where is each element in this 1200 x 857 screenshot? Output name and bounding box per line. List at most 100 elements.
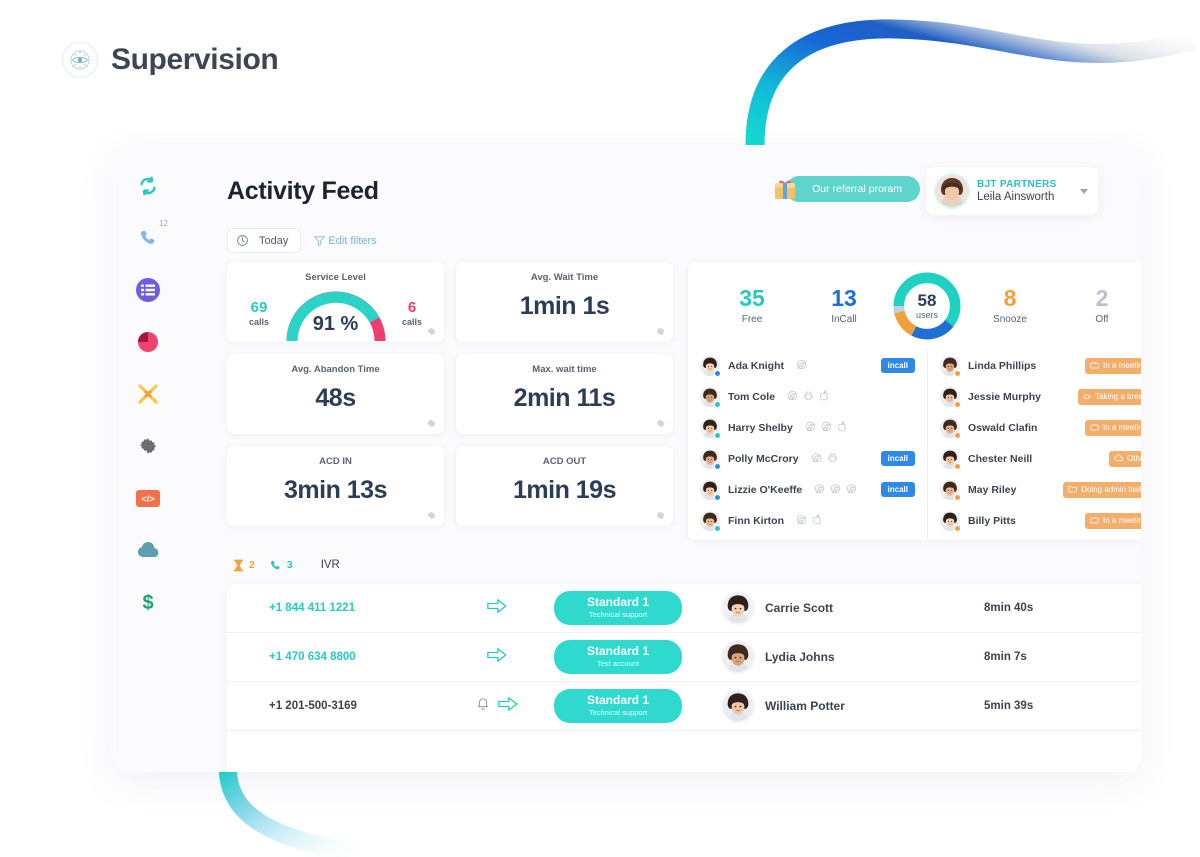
agent-name: Carrie Scott [765,601,834,615]
avatar [700,417,721,439]
tab-active-calls[interactable]: 3 [269,559,293,572]
gear-icon[interactable] [426,326,437,337]
avatar [723,642,753,672]
browser-chrome-icon [796,357,807,375]
agent-name: May Riley [968,483,1017,496]
tab-ivr[interactable]: IVR [321,559,340,571]
card-value: 1min 1s [519,292,610,320]
queue-button[interactable]: Standard 1 Technical support [554,689,682,723]
presence-dot [714,400,721,408]
avatar [940,355,961,377]
sidebar-item-billing[interactable]: $ [132,586,164,618]
agents-list-right[interactable]: Linda Phillips In a meeting Jessie Murphy T… [927,350,1141,540]
agent-row[interactable]: Ada Knight incall [700,350,915,381]
sidebar-item-sync[interactable] [132,170,164,202]
queue-name: Standard 1 [586,693,649,708]
agents-list-left[interactable]: Ada Knight incall Tom Cole Harry Shelby Poll… [688,350,927,540]
gear-icon[interactable] [426,510,437,521]
call-actions [451,598,543,619]
agent-row[interactable]: May Riley Doing admin tasks [940,474,1141,505]
agent-name: Oswald Clafin [968,421,1038,434]
agent-row[interactable]: Billy Pitts In a meeting [940,505,1141,536]
queue-cell: Standard 1 Technical support [543,591,693,625]
sidebar-rail: 12 </> $ [113,145,183,772]
sidebar-item-lists[interactable] [132,274,164,306]
svg-text:</>: </> [141,494,154,504]
agent-row[interactable]: Tom Cole [700,381,915,412]
sidebar-item-calls[interactable]: 12 [132,219,168,254]
avatar [700,355,721,377]
account-org: BJT PARTNERS [977,179,1057,190]
agent-name: Jessie Murphy [968,390,1041,403]
tab-waiting[interactable]: 2 [233,559,255,572]
arrow-right-icon[interactable] [487,598,507,619]
sidebar-item-developer[interactable]: </> [132,482,164,514]
avatar [940,448,961,470]
card-max-wait-time: Max. wait time 2min 11s [456,354,673,434]
browser-chrome-icon [811,450,822,468]
agent-name: Finn Kirton [728,514,784,527]
main-content: Activity Feed Today Edit filters Our ref… [183,145,1141,772]
gear-icon[interactable] [655,510,666,521]
status-badge: Doing admin tasks [1063,481,1141,498]
sidebar-item-cloud[interactable] [132,534,164,566]
queue-name: Standard 1 [586,644,649,659]
agent-row[interactable]: Chester Neill Other [940,443,1141,474]
edit-filters-button[interactable]: Edit filters [313,234,377,247]
card-value: 2min 11s [513,384,616,412]
gear-icon[interactable] [655,418,666,429]
bell-icon[interactable] [476,696,490,716]
table-row[interactable]: +1 201-500-3169 Standard 1 Technical suppo… [227,682,1141,731]
table-row[interactable]: +1 470 634 8800 Standard 1 Test account Lyd… [227,633,1141,682]
agent-row[interactable]: Linda Phillips In a meeting [940,350,1141,381]
agent-row[interactable]: Lizzie O'Keeffe incall [700,474,915,505]
brand-logo-icon [62,42,98,78]
table-row[interactable]: +1 844 411 1221 Standard 1 Technical suppo… [227,584,1141,633]
agent-name: William Potter [765,699,845,713]
agents-donut-chart: 58 users [890,269,964,343]
referral-label[interactable]: Our referral proram [786,176,920,202]
browser-apple-icon [837,419,848,437]
arrow-right-icon[interactable] [498,696,518,717]
status-badge: incall [880,358,915,373]
gear-icon[interactable] [426,418,437,429]
card-value: 48s [315,384,356,412]
queue-sub: Technical support [588,707,648,717]
agent-row[interactable]: Harry Shelby [700,412,915,443]
service-level-percent: 91 % [312,313,359,335]
gear-icon[interactable] [655,326,666,337]
account-menu[interactable]: BJT PARTNERS Leila Ainsworth [926,167,1098,215]
call-duration: 8min 7s [984,651,1027,663]
service-level-abandoned: 6 calls [402,300,422,327]
avatar [723,691,753,721]
agent-row[interactable]: Finn Kirton [700,505,915,536]
referral-banner[interactable]: Our referral proram [772,176,920,202]
stat-value: 2 [1095,285,1109,311]
queue-button[interactable]: Standard 1 Technical support [554,591,682,625]
agent-name: Tom Cole [728,390,776,403]
sidebar-item-routing[interactable] [132,378,164,410]
queue-name: Standard 1 [586,595,649,610]
account-user: Leila Ainsworth [977,191,1055,203]
calls-tabs: 2 3 IVR [227,552,1141,578]
queue-sub: Technical support [588,609,648,619]
agent-row[interactable]: Jessie Murphy Taking a break [940,381,1141,412]
browser-chrome-icon [796,512,807,530]
sidebar-item-stats[interactable] [132,326,164,358]
chevron-down-icon[interactable] [1080,188,1088,194]
avatar [723,593,753,623]
avatar [940,386,961,408]
agent-row[interactable]: Polly McCrory incall [700,443,915,474]
date-filter[interactable]: Today [227,228,302,253]
app-window: 12 </> $ Activity Feed Today Edit filter… [113,145,1141,772]
donut-unit: users [915,310,938,320]
queue-button[interactable]: Standard 1 Test account [554,640,682,674]
browser-chrome-icon [814,481,825,499]
sidebar-item-settings[interactable] [132,430,164,462]
decorative-swoosh-top [745,19,1198,146]
browser-chrome-icon [830,481,841,499]
arrow-right-icon[interactable] [487,647,507,668]
stat-off: 2 Off [1056,285,1141,326]
agent-row[interactable]: Oswald Clafin In a meeting [940,412,1141,443]
call-duration: 5min 39s [984,700,1034,712]
